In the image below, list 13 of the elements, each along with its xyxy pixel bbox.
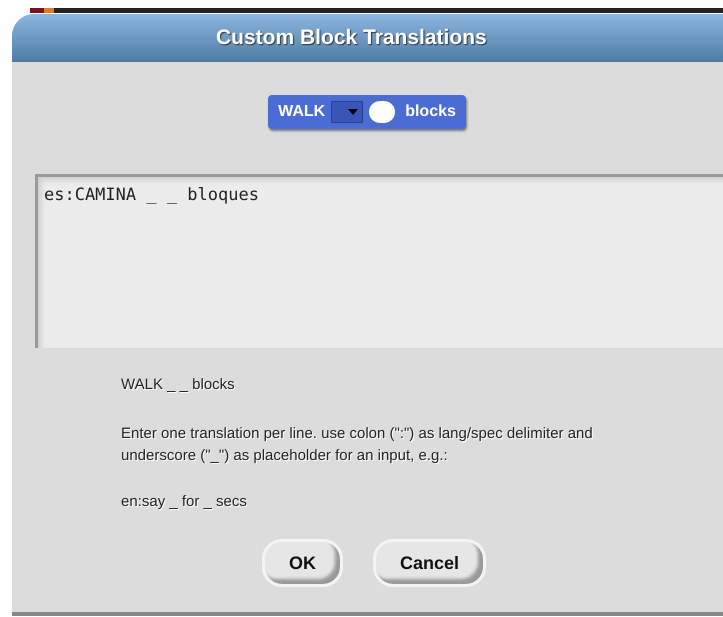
caret-icon	[348, 109, 358, 115]
input-slot[interactable]	[369, 101, 396, 123]
dropdown-slot[interactable]	[331, 101, 364, 123]
dialog-button[interactable]: OK	[262, 539, 343, 587]
help-text: Enter one translation per line. use colon (":") as lang/spec delimiter and underscore ("_") as placeholder for an input, e.g.:	[121, 424, 594, 466]
block-spec: WALK _ _ blocks	[121, 375, 236, 395]
walk-block[interactable]: WALK blocks	[268, 95, 466, 129]
example-text: en:say _ for _ secs	[121, 492, 248, 512]
window-title: Custom Block Translations	[216, 25, 487, 52]
dialog-button[interactable]: Cancel	[373, 539, 486, 587]
translations-field[interactable]: es:CAMINA _ _ bloques	[35, 174, 723, 348]
block-label: WALK	[278, 102, 326, 122]
block-label: blocks	[405, 102, 456, 122]
